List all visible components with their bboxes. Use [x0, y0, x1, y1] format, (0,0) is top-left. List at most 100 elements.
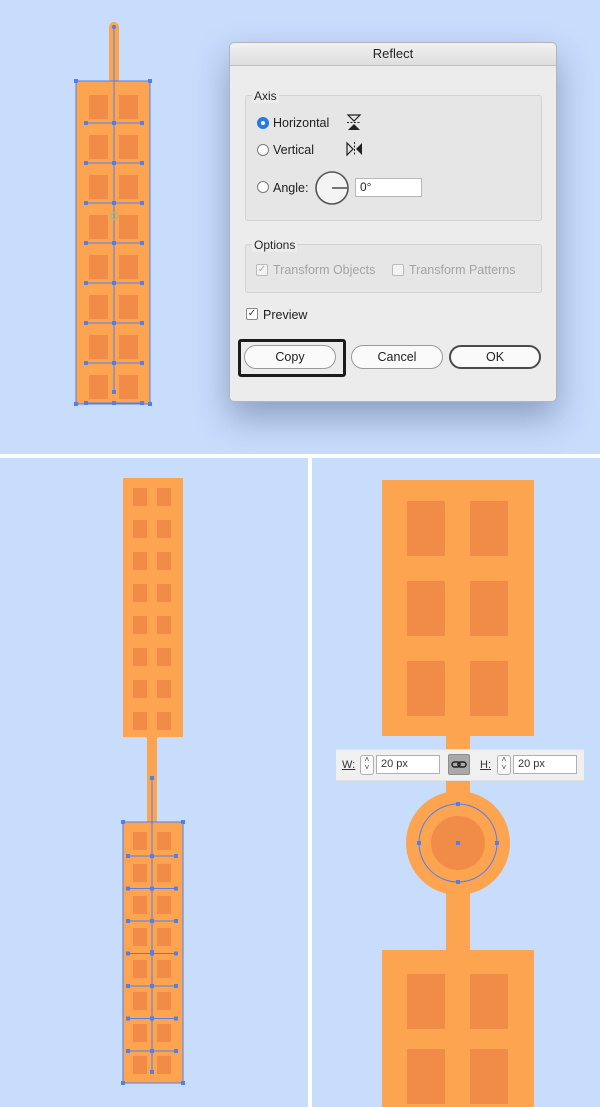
copy-button[interactable]: Copy	[244, 345, 336, 369]
vertical-radio[interactable]	[257, 144, 269, 156]
building-window	[133, 960, 147, 978]
selection-handle	[84, 241, 88, 245]
building-window	[157, 488, 171, 506]
selection-handle	[495, 841, 499, 845]
building-window	[133, 584, 147, 602]
selection-handle	[112, 281, 116, 285]
width-input[interactable]: 20 px	[376, 755, 440, 774]
building-window	[133, 1024, 147, 1042]
selection-handle	[150, 919, 154, 923]
building-window	[407, 661, 445, 716]
selection-handle	[140, 121, 144, 125]
height-input[interactable]: 20 px	[513, 755, 577, 774]
building-window	[89, 255, 108, 279]
building-window	[89, 95, 108, 119]
building-window	[119, 375, 138, 399]
building-window	[133, 680, 147, 698]
building-window	[133, 896, 147, 914]
selection-handle	[140, 401, 144, 405]
selection-handle	[112, 401, 116, 405]
building-window	[157, 896, 171, 914]
building-window	[89, 135, 108, 159]
building-window	[157, 992, 171, 1010]
building-window	[133, 648, 147, 666]
selection-handle	[126, 919, 130, 923]
options-legend: Options	[252, 238, 298, 252]
cancel-button[interactable]: Cancel	[351, 345, 443, 369]
selection-handle	[174, 886, 178, 891]
selection-handle	[112, 390, 116, 394]
selection-handle	[121, 820, 125, 824]
building-window	[119, 215, 138, 239]
selection-handle	[150, 886, 154, 891]
angle-label[interactable]: Angle:	[273, 180, 308, 196]
reflected-buildings-artwork[interactable]	[0, 458, 308, 1107]
building-window	[470, 974, 508, 1029]
building-window	[157, 864, 171, 882]
selection-handle	[150, 1016, 154, 1021]
selection-handle	[84, 201, 88, 205]
selection-handle	[181, 820, 185, 824]
zoomed-connector-artwork[interactable]	[312, 458, 600, 1107]
axis-legend: Axis	[252, 89, 279, 103]
reflect-vertical-icon	[346, 141, 362, 157]
selection-handle	[150, 854, 154, 858]
selection-handle	[150, 1049, 154, 1053]
building-window	[133, 832, 147, 850]
angle-radio[interactable]	[257, 181, 269, 193]
building-window	[470, 581, 508, 636]
artboard-bottom-left	[0, 458, 308, 1107]
building-window	[407, 1049, 445, 1104]
selection-handle	[84, 361, 88, 365]
selection-handle	[84, 161, 88, 165]
reflect-dialog: Reflect Axis Horizontal Vertical Angle: …	[229, 42, 557, 402]
building-window	[407, 974, 445, 1029]
height-stepper[interactable]: ˄ ˅	[497, 755, 511, 775]
building-window	[89, 335, 108, 359]
preview-checkbox[interactable]: ✓	[246, 308, 258, 320]
selection-handle	[456, 802, 460, 806]
selection-handle	[140, 161, 144, 165]
selection-handle	[174, 951, 178, 956]
building-window	[157, 712, 171, 730]
building-window	[157, 584, 171, 602]
building-window	[119, 335, 138, 359]
transform-size-bar: W: ˄ ˅ 20 px H: ˄ ˅ 20 px	[336, 749, 584, 781]
angle-input[interactable]: 0°	[355, 178, 422, 197]
selection-handle	[417, 841, 421, 845]
connector-stem	[446, 893, 470, 953]
building-window	[133, 488, 147, 506]
dialog-title: Reflect	[230, 43, 556, 66]
ok-button[interactable]: OK	[449, 345, 541, 369]
selection-handle	[174, 1016, 178, 1021]
selection-handle	[112, 121, 116, 125]
horizontal-label[interactable]: Horizontal	[273, 115, 329, 131]
preview-label[interactable]: Preview	[263, 307, 307, 323]
selection-handle	[126, 984, 130, 988]
building-window	[157, 680, 171, 698]
building-window	[407, 581, 445, 636]
building-window	[89, 215, 108, 239]
constrain-proportions-button[interactable]	[448, 754, 470, 775]
transform-patterns-checkbox	[392, 264, 404, 276]
building-window	[470, 1049, 508, 1104]
width-stepper[interactable]: ˄ ˅	[360, 755, 374, 775]
selection-handle	[74, 402, 78, 406]
building-window	[157, 960, 171, 978]
width-label: W:	[342, 759, 356, 771]
vertical-label[interactable]: Vertical	[273, 142, 314, 158]
horizontal-radio[interactable]	[257, 117, 269, 129]
building-window	[407, 501, 445, 556]
angle-dial-icon[interactable]	[314, 170, 350, 206]
building-window	[119, 255, 138, 279]
selection-handle	[174, 919, 178, 923]
selection-handle	[84, 321, 88, 325]
building-window	[89, 295, 108, 319]
selection-handle	[150, 1070, 154, 1074]
selection-handle	[112, 361, 116, 365]
building-body	[382, 480, 534, 736]
selection-handle	[148, 79, 152, 83]
selection-handle	[74, 79, 78, 83]
reflect-horizontal-icon	[346, 114, 362, 130]
selection-handle	[112, 241, 116, 245]
